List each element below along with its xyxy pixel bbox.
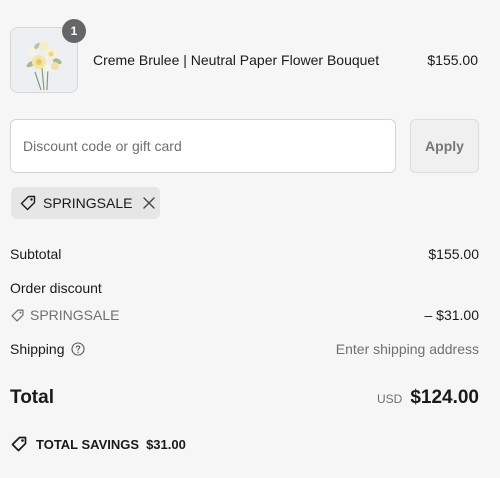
line-item: 1 Creme Brulee | Neutral Paper Flower Bo… (10, 19, 480, 93)
total-savings: TOTAL SAVINGS $31.00 (10, 435, 186, 453)
order-discount-row: Order discount (10, 280, 480, 296)
subtotal-row: Subtotal $155.00 (10, 246, 480, 262)
product-price: $155.00 (427, 52, 478, 68)
quantity-badge: 1 (62, 19, 86, 43)
savings-value: $31.00 (146, 436, 186, 452)
apply-button[interactable]: Apply (410, 119, 479, 173)
close-icon[interactable] (142, 196, 156, 210)
help-circle-icon[interactable] (70, 342, 85, 356)
shipping-value: Enter shipping address (335, 341, 479, 357)
applied-discount-code: SPRINGSALE (43, 195, 133, 211)
order-discount-label: Order discount (10, 280, 102, 296)
currency-code: USD (376, 392, 403, 406)
discount-code-input[interactable] (10, 119, 396, 173)
subtotal-value: $155.00 (428, 246, 479, 262)
total-label: Total (10, 387, 54, 408)
product-name: Creme Brulee | Neutral Paper Flower Bouq… (93, 52, 380, 68)
tag-icon (10, 435, 28, 453)
discount-code-label: SPRINGSALE (30, 307, 120, 323)
savings-label: TOTAL SAVINGS (36, 436, 140, 452)
discount-code-row: SPRINGSALE – $31.00 (10, 307, 480, 326)
total-value: $124.00 (410, 387, 479, 408)
tag-icon (19, 194, 37, 212)
total-amount: USD $124.00 (377, 387, 479, 409)
shipping-label: Shipping (10, 341, 65, 357)
discount-value: – $31.00 (424, 307, 480, 323)
applied-discount-chip: SPRINGSALE (11, 187, 160, 219)
shipping-row: Shipping Enter shipping address (10, 341, 480, 357)
subtotal-label: Subtotal (10, 246, 62, 262)
tag-icon (10, 308, 25, 323)
